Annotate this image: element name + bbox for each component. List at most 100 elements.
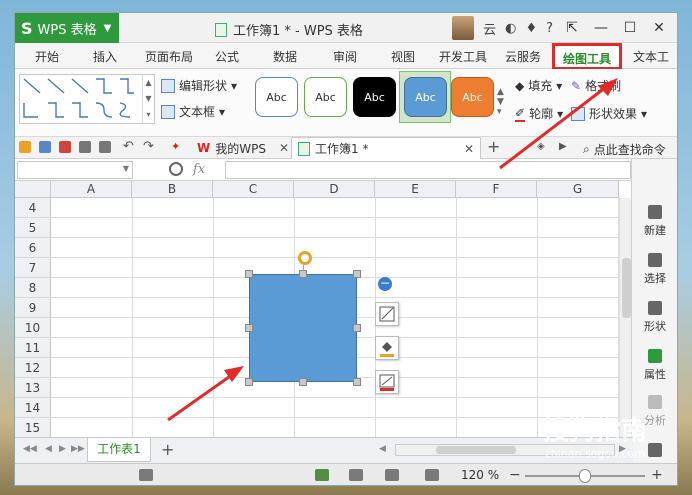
outline-button[interactable]: ✐ 轮廓 ▾	[515, 105, 563, 122]
reading-mode-icon[interactable]	[425, 469, 439, 481]
resize-handle[interactable]	[353, 378, 361, 386]
tab-text-tools[interactable]: 文本工	[633, 48, 669, 65]
text-box-button[interactable]: 文本框 ▾	[161, 103, 225, 120]
scroll-left-icon[interactable]: ◀	[379, 444, 386, 454]
macro-icon[interactable]	[139, 469, 153, 481]
last-sheet-icon[interactable]: ▶▶	[71, 444, 85, 454]
add-sheet-button[interactable]: +	[161, 440, 174, 459]
float-outline-icon[interactable]	[375, 370, 399, 394]
fill-button[interactable]: ◆ 填充 ▾	[515, 77, 562, 94]
zoom-icon[interactable]	[169, 162, 183, 176]
zoom-slider-knob[interactable]	[579, 469, 591, 483]
ribbon-toggle-icon[interactable]: ⇱	[562, 20, 582, 36]
export-pdf-icon[interactable]	[59, 141, 71, 153]
shape-effects-button[interactable]: 形状效果 ▾	[571, 105, 647, 122]
row-header[interactable]: 13	[15, 378, 51, 398]
skin-icon[interactable]: ◐	[505, 21, 516, 36]
name-box[interactable]: ▼	[17, 161, 133, 179]
tab-home[interactable]: 开始	[35, 48, 59, 65]
column-header-g[interactable]: G	[537, 181, 619, 198]
row-header[interactable]: 15	[15, 418, 51, 437]
my-wps-tab[interactable]: W 我的WPS ✕	[191, 137, 295, 159]
undo-icon[interactable]: ↶	[123, 139, 134, 154]
row-header[interactable]: 12	[15, 358, 51, 378]
workbook-tab[interactable]: 工作簿1 * ✕	[291, 137, 481, 159]
tab-data[interactable]: 数据	[273, 48, 297, 65]
column-header-f[interactable]: F	[456, 181, 537, 198]
selected-rectangle-shape[interactable]	[249, 274, 357, 382]
vertical-scroll-thumb[interactable]	[622, 258, 631, 318]
tab-developer[interactable]: 开发工具	[439, 48, 487, 65]
zoom-out-button[interactable]: −	[509, 467, 521, 483]
column-header-c[interactable]: C	[213, 181, 294, 198]
row-header[interactable]: 5	[15, 218, 51, 238]
share-icon[interactable]: ▶	[559, 141, 567, 152]
sheet-tab-active[interactable]: 工作表1	[87, 438, 151, 462]
close-icon[interactable]: ✕	[464, 142, 474, 156]
shape-style-2[interactable]: Abc	[304, 77, 347, 117]
side-shapes-button[interactable]: 形状	[632, 301, 677, 334]
select-all-corner[interactable]	[15, 181, 51, 198]
row-header[interactable]: 7	[15, 258, 51, 278]
customize-icon[interactable]: ✦	[171, 140, 180, 153]
collapse-toolbar-icon[interactable]: −	[378, 277, 392, 291]
format-painter-button[interactable]: ✎ 格式刷	[571, 77, 621, 94]
resize-handle[interactable]	[353, 324, 361, 332]
row-header[interactable]: 9	[15, 298, 51, 318]
row-header[interactable]: 10	[15, 318, 51, 338]
shape-gallery[interactable]: ▲ ▼ ▾	[19, 74, 155, 124]
row-header[interactable]: 8	[15, 278, 51, 298]
edit-shape-button[interactable]: 编辑形状 ▾	[161, 77, 237, 94]
maximize-button[interactable]: ☐	[620, 20, 640, 36]
float-fill-icon[interactable]	[375, 336, 399, 360]
resize-handle[interactable]	[245, 378, 253, 386]
row-header[interactable]: 6	[15, 238, 51, 258]
side-new-button[interactable]: 新建	[632, 205, 677, 238]
shape-style-5[interactable]: Abc	[451, 77, 494, 117]
minimize-button[interactable]: —	[591, 20, 611, 36]
command-search[interactable]: ⌕ 点此查找命令	[583, 141, 666, 158]
formula-input[interactable]	[225, 161, 631, 179]
print-icon[interactable]	[79, 141, 91, 153]
tab-page-layout[interactable]: 页面布局	[145, 48, 193, 65]
help-button[interactable]: ?	[546, 21, 553, 36]
page-layout-icon[interactable]	[385, 469, 399, 481]
shape-style-4[interactable]: Abc	[404, 77, 447, 117]
new-tab-button[interactable]: +	[487, 137, 500, 156]
close-button[interactable]: ✕	[649, 20, 669, 36]
tab-review[interactable]: 审阅	[333, 48, 357, 65]
next-sheet-icon[interactable]: ▶	[59, 444, 66, 454]
sync-icon[interactable]: ◈	[537, 141, 545, 152]
resize-handle[interactable]	[245, 270, 253, 278]
prev-sheet-icon[interactable]: ◀	[45, 444, 52, 454]
gallery-scroll-icon[interactable]: ▲ ▼ ▾	[142, 75, 154, 123]
first-sheet-icon[interactable]: ◀◀	[23, 444, 37, 454]
tab-formulas[interactable]: 公式	[215, 48, 239, 65]
chevron-down-icon[interactable]: ▼	[123, 164, 129, 173]
column-header-d[interactable]: D	[294, 181, 375, 198]
row-header[interactable]: 11	[15, 338, 51, 358]
fx-icon[interactable]: fx	[193, 162, 205, 177]
column-header-a[interactable]: A	[51, 181, 132, 198]
zoom-level-label[interactable]: 120 %	[461, 468, 499, 482]
account-label[interactable]: 云	[483, 19, 496, 38]
save-icon[interactable]	[39, 141, 51, 153]
side-properties-button[interactable]: 属性	[632, 349, 677, 382]
app-menu-button[interactable]: S WPS 表格 ▼	[15, 13, 119, 43]
rotate-handle-icon[interactable]	[298, 251, 312, 265]
side-select-button[interactable]: 选择	[632, 253, 677, 286]
normal-view-icon[interactable]	[315, 469, 329, 481]
tab-view[interactable]: 视图	[391, 48, 415, 65]
row-header[interactable]: 14	[15, 398, 51, 418]
horizontal-scroll-thumb[interactable]	[436, 446, 516, 454]
resize-handle[interactable]	[245, 324, 253, 332]
float-edit-shape-icon[interactable]	[375, 302, 399, 326]
tab-cloud-services[interactable]: 云服务	[505, 48, 541, 65]
tab-insert[interactable]: 插入	[93, 48, 117, 65]
open-icon[interactable]	[19, 141, 31, 153]
page-break-view-icon[interactable]	[349, 469, 363, 481]
avatar[interactable]	[452, 16, 475, 40]
column-header-e[interactable]: E	[375, 181, 456, 198]
row-header[interactable]: 4	[15, 198, 51, 218]
column-header-b[interactable]: B	[132, 181, 213, 198]
